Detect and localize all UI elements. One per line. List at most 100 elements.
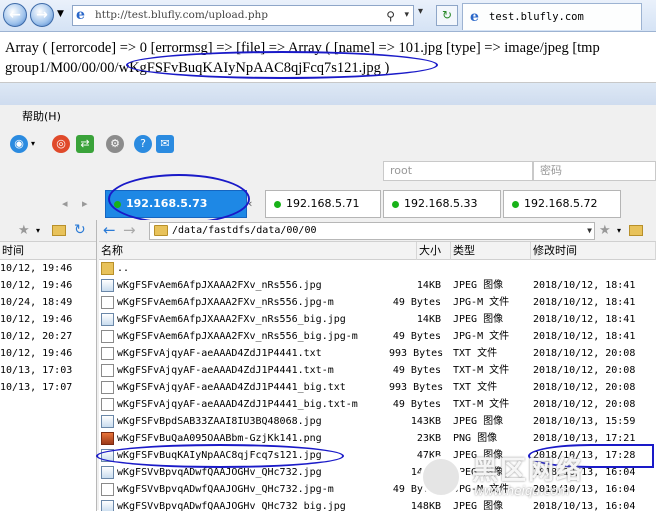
address-dropdown-icon[interactable]: ▾: [404, 6, 409, 25]
file-type: JPEG 图像: [453, 314, 504, 325]
list-item[interactable]: 10/12, 20:27: [0, 328, 96, 345]
folder-icon[interactable]: [629, 225, 643, 236]
file-size: 49 Bytes: [392, 331, 441, 342]
file-size: 49 Bytes: [392, 399, 441, 410]
star-icon[interactable]: ★: [18, 223, 30, 238]
file-size: 14KB: [416, 314, 441, 325]
folder-icon[interactable]: [52, 225, 66, 236]
back-button[interactable]: ←: [3, 3, 27, 27]
star-icon[interactable]: ★: [599, 223, 611, 238]
table-row[interactable]: wKgFSFvBpdSAB33ZAAI8IU3BQ48068.jpg 143KB J…: [99, 413, 656, 430]
list-item[interactable]: 10/12, 19:46: [0, 260, 96, 277]
transfer-icon[interactable]: ⇄: [76, 135, 94, 153]
list-item[interactable]: 10/12, 19:46: [0, 345, 96, 362]
file-ink-circle: [96, 444, 344, 468]
menu-bar: 帮助(H): [0, 107, 656, 127]
session-tab-3[interactable]: 192.168.5.33: [383, 190, 501, 218]
address-dropdown-arrow-icon[interactable]: ▾: [418, 6, 423, 17]
app-toolbar: ◉ ▾ ◎ ⇄ ⚙ ? ✉: [0, 131, 656, 157]
menu-help[interactable]: 帮助(H): [22, 110, 61, 123]
file-name: wKgFSFvAem6AfpJXAAA2FXv_nRs556_big.jpg: [117, 314, 346, 325]
session-tab-label: 192.168.5.72: [524, 197, 598, 210]
tab-scroll-right-icon[interactable]: ▸: [82, 197, 88, 210]
file-size: 14KB: [416, 280, 441, 291]
history-dropdown-icon[interactable]: ▼: [57, 9, 64, 19]
file-type: JPEG 图像: [453, 280, 504, 291]
tab-scroll-left-icon[interactable]: ◂: [62, 197, 68, 210]
file-type: JPEG 图像: [453, 416, 504, 427]
table-row[interactable]: wKgFSFvAjqyAF-aeAAAD4ZdJ1P4441_big.txt-m…: [99, 396, 656, 413]
session-tab-2[interactable]: 192.168.5.71: [265, 190, 381, 218]
gear-icon[interactable]: ⚙: [106, 135, 124, 153]
table-row[interactable]: wKgFSFvAem6AfpJXAAA2FXv_nRs556.jpg 14KB JP…: [99, 277, 656, 294]
column-name[interactable]: 名称: [99, 242, 417, 260]
table-row[interactable]: wKgFSFvAjqyAF-aeAAAD4ZdJ1P4441_big.txt 99…: [99, 379, 656, 396]
weibo-icon[interactable]: ◎: [52, 135, 70, 153]
file-modified: 2018/10/12, 18:41: [533, 314, 636, 325]
php-output: Array ( [errorcode] => 0 [errormsg] => […: [0, 32, 656, 82]
session-tab-4[interactable]: 192.168.5.72: [503, 190, 621, 218]
list-item[interactable]: 10/13, 17:03: [0, 362, 96, 379]
back-arrow-icon[interactable]: ←: [103, 221, 116, 239]
browser-tab[interactable]: e test.blufly.com: [462, 3, 642, 30]
table-row[interactable]: wKgFSFvAem6AfpJXAAA2FXv_nRs556_big.jpg 14…: [99, 311, 656, 328]
image-file-icon: [101, 415, 114, 428]
session-tab-label: 192.168.5.33: [404, 197, 478, 210]
forward-button[interactable]: →: [30, 3, 54, 27]
file-type: JPG-M 文件: [453, 297, 510, 308]
table-row[interactable]: wKgFSFvAjqyAF-aeAAAD4ZdJ1P4441.txt-m 49 B…: [99, 362, 656, 379]
connection-bar: root 密码: [0, 159, 656, 183]
watermark: 黑区网络 www.heiqu.com: [420, 450, 656, 510]
watermark-text: 黑区网络: [472, 456, 585, 486]
text-file-icon: [101, 347, 114, 360]
file-type: TXT 文件: [453, 348, 498, 359]
ie-page-icon: e: [76, 7, 85, 23]
list-item[interactable]: 10/12, 19:46: [0, 311, 96, 328]
table-row[interactable]: wKgFSFvAem6AfpJXAAA2FXv_nRs556_big.jpg-m…: [99, 328, 656, 345]
remote-path-input[interactable]: /data/fastdfs/data/00/00 ▼: [149, 222, 595, 240]
remote-path-text: /data/fastdfs/data/00/00: [172, 225, 317, 236]
parent-dir-row[interactable]: ..: [99, 260, 656, 277]
local-pane-toolbar: ★ ▾ ↻: [0, 220, 96, 242]
file-size: 143KB: [410, 416, 441, 427]
png-file-icon: [101, 432, 114, 445]
file-name: wKgFSFvAem6AfpJXAAA2FXv_nRs556.jpg-m: [117, 297, 334, 308]
help-icon[interactable]: ?: [134, 135, 152, 153]
refresh-button[interactable]: ↻: [436, 5, 458, 26]
list-item[interactable]: 10/24, 18:49: [0, 294, 96, 311]
column-modified[interactable]: 修改时间: [531, 242, 656, 260]
forward-arrow-icon[interactable]: →: [123, 221, 136, 239]
list-item[interactable]: 10/12, 19:46: [0, 277, 96, 294]
file-modified: 2018/10/12, 20:08: [533, 365, 636, 376]
search-icon[interactable]: ⚲: [386, 7, 395, 26]
file-size: 49 Bytes: [392, 365, 441, 376]
list-item[interactable]: 10/13, 17:07: [0, 379, 96, 396]
file-size: 993 Bytes: [389, 348, 444, 359]
connected-status-icon: [392, 201, 399, 208]
table-row[interactable]: wKgFSFvAjqyAF-aeAAAD4ZdJ1P4441.txt 993 By…: [99, 345, 656, 362]
file-modified: 2018/10/12, 18:41: [533, 331, 636, 342]
session-tabs: ◂ ▸ 192.168.5.73 ‹ 192.168.5.71 192.168.…: [0, 174, 656, 224]
remote-path-bar: ← → /data/fastdfs/data/00/00 ▼ ★ ▾: [99, 220, 656, 242]
column-size[interactable]: 大小: [417, 242, 451, 260]
file-size: 993 Bytes: [389, 382, 444, 393]
globe-icon[interactable]: ◉: [10, 135, 28, 153]
refresh-icon[interactable]: ↻: [74, 222, 86, 238]
star-dropdown-icon[interactable]: ▾: [617, 226, 621, 235]
globe-dropdown-icon[interactable]: ▾: [31, 139, 35, 148]
username-input[interactable]: root: [383, 161, 533, 181]
address-bar[interactable]: e http://test.blufly.com/upload.php ⚲ ▾: [72, 5, 414, 26]
file-size: 23KB: [416, 433, 441, 444]
highlight-ink-circle: [126, 51, 438, 79]
watermark-url: www.heiqu.com: [474, 484, 570, 498]
password-input[interactable]: 密码: [533, 161, 656, 181]
path-dropdown-icon[interactable]: ▼: [587, 223, 592, 239]
column-type[interactable]: 类型: [451, 242, 531, 260]
table-row[interactable]: wKgFSFvAem6AfpJXAAA2FXv_nRs556.jpg-m 49 B…: [99, 294, 656, 311]
text-file-icon: [101, 296, 114, 309]
connected-status-icon: [512, 201, 519, 208]
local-column-header[interactable]: 时间: [0, 242, 96, 260]
connected-status-icon: [274, 201, 281, 208]
star-dropdown-icon[interactable]: ▾: [36, 226, 40, 235]
message-icon[interactable]: ✉: [156, 135, 174, 153]
